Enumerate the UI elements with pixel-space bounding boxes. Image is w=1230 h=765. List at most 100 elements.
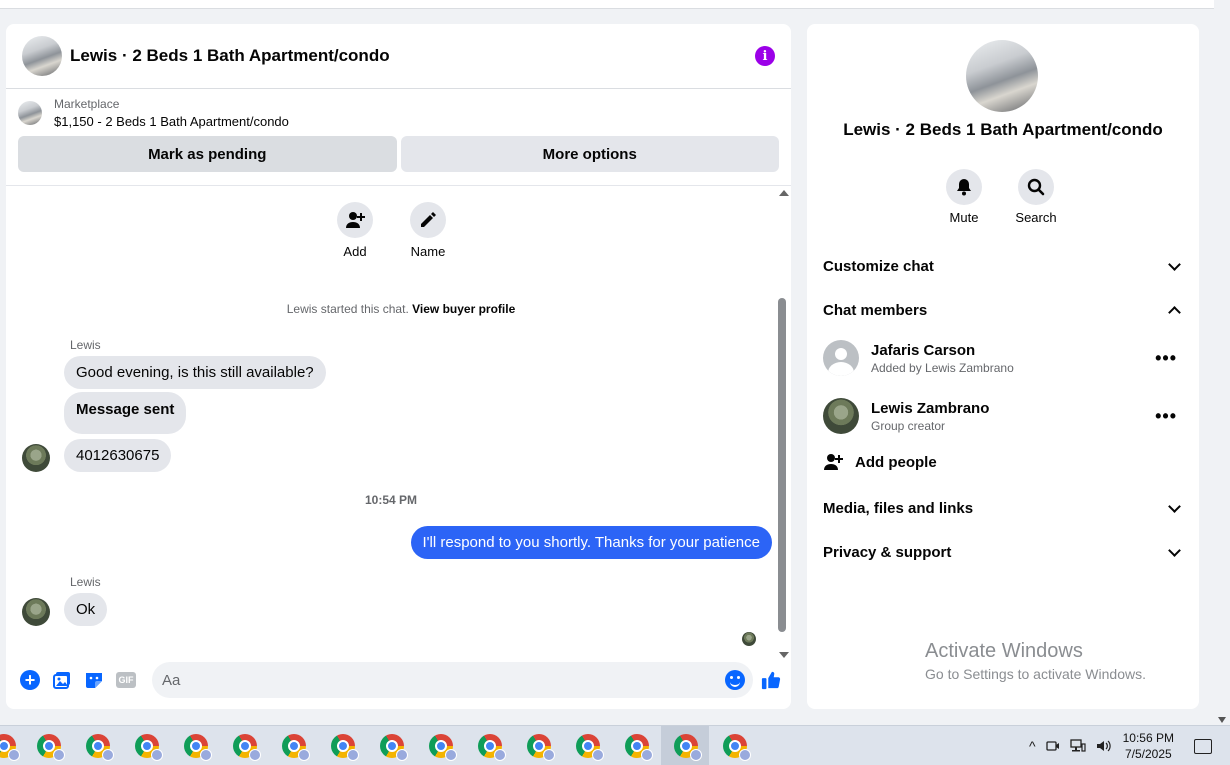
scroll-down-arrow[interactable] <box>1218 717 1226 723</box>
listing-price[interactable]: $1,150 - 2 Beds 1 Bath Apartment/condo <box>54 114 289 129</box>
chrome-taskbar-icon[interactable] <box>135 734 163 761</box>
mark-as-pending-button[interactable]: Mark as pending <box>18 136 397 172</box>
marketplace-thumbnail[interactable] <box>18 101 42 125</box>
member-name: Lewis Zambrano <box>871 399 990 417</box>
info-avatar[interactable] <box>966 40 1038 112</box>
profile-badge-icon <box>200 749 212 761</box>
media-files-section[interactable]: Media, files and links <box>823 496 1183 520</box>
profile-badge-icon <box>396 749 408 761</box>
plus-icon[interactable]: + <box>20 670 40 690</box>
activate-windows-watermark: Activate Windows Go to Settings to activ… <box>925 640 1146 682</box>
profile-badge-icon <box>445 749 457 761</box>
chrome-taskbar-icon[interactable] <box>233 734 261 761</box>
customize-chat-section[interactable]: Customize chat <box>823 254 1183 278</box>
message-input-wrapper <box>152 662 753 698</box>
member-item[interactable]: Jafaris Carson Added by Lewis Zambrano •… <box>823 338 1183 378</box>
add-people-label: Add people <box>855 453 937 471</box>
name-label: Name <box>410 244 446 259</box>
chevron-up-icon <box>1168 305 1181 319</box>
chrome-taskbar-icon[interactable] <box>380 734 408 761</box>
chrome-taskbar-icon[interactable] <box>86 734 114 761</box>
sender-name: Lewis <box>70 575 101 589</box>
watermark-subtitle: Go to Settings to activate Windows. <box>925 666 1146 682</box>
view-buyer-profile-link[interactable]: View buyer profile <box>412 302 515 316</box>
chrome-taskbar-icon[interactable] <box>282 734 310 761</box>
clock-time: 10:56 PM <box>1122 731 1174 745</box>
section-label: Chat members <box>823 301 928 319</box>
chrome-taskbar-icon[interactable] <box>37 734 65 761</box>
my-message-bubble[interactable]: I'll respond to you shortly. Thanks for … <box>410 526 772 559</box>
message-bubble[interactable]: 4012630675 <box>64 439 172 472</box>
chat-info-panel: Lewis · 2 Beds 1 Bath Apartment/condo Mu… <box>807 24 1199 709</box>
chat-members-section[interactable]: Chat members <box>823 298 1183 322</box>
notification-icon[interactable] <box>1194 738 1212 754</box>
chat-scrollbar[interactable] <box>777 188 791 658</box>
profile-badge-icon <box>739 749 751 761</box>
thumbs-up-icon[interactable] <box>761 670 781 690</box>
info-icon[interactable]: i <box>755 46 775 66</box>
chrome-taskbar-icon[interactable] <box>0 734 20 761</box>
watermark-title: Activate Windows <box>925 640 1083 662</box>
scroll-up-arrow[interactable] <box>779 190 789 196</box>
add-person-icon <box>346 212 365 228</box>
add-member-button[interactable]: Add <box>336 202 374 259</box>
profile-badge-icon <box>592 749 604 761</box>
mute-button[interactable]: Mute <box>945 169 983 225</box>
chrome-taskbar-icon[interactable] <box>723 734 751 761</box>
add-person-icon <box>824 454 843 470</box>
chrome-taskbar-icon[interactable] <box>331 734 359 761</box>
sticker-icon[interactable] <box>84 670 104 690</box>
message-bubble[interactable]: Good evening, is this still available? <box>64 356 326 389</box>
add-label: Add <box>343 244 367 259</box>
more-options-button[interactable]: More options <box>400 136 779 172</box>
chrome-taskbar-icon[interactable] <box>527 734 555 761</box>
chat-title[interactable]: Lewis · 2 Beds 1 Bath Apartment/condo <box>70 46 755 66</box>
section-label: Media, files and links <box>823 499 974 517</box>
scroll-down-arrow[interactable] <box>779 652 789 658</box>
profile-badge-icon <box>347 749 359 761</box>
message-bubble[interactable]: Ok <box>64 593 108 626</box>
sender-avatar[interactable] <box>22 598 50 626</box>
message-bubble[interactable]: Message sent <box>64 392 187 434</box>
scroll-thumb[interactable] <box>778 298 786 632</box>
member-item[interactable]: Lewis Zambrano Group creator ••• <box>823 396 1183 436</box>
marketplace-label: Marketplace <box>54 97 120 111</box>
profile-badge-icon <box>690 749 702 761</box>
chrome-taskbar-icon[interactable] <box>576 734 604 761</box>
tray-chevron-icon[interactable]: ^ <box>1029 738 1036 754</box>
more-options-icon[interactable]: ••• <box>1155 407 1177 425</box>
add-people-button[interactable]: Add people <box>823 452 937 472</box>
chrome-taskbar-icon[interactable] <box>625 734 653 761</box>
page-scrollbar[interactable] <box>1214 0 1230 725</box>
search-button[interactable]: Search <box>1015 169 1057 225</box>
chrome-taskbar-icon[interactable] <box>184 734 212 761</box>
taskbar-apps <box>0 726 770 765</box>
name-chat-button[interactable]: Name <box>409 202 447 259</box>
gif-icon[interactable]: GIF <box>116 672 136 688</box>
clock-date: 7/5/2025 <box>1124 747 1172 761</box>
profile-badge-icon <box>494 749 506 761</box>
clock[interactable]: 10:56 PM 7/5/2025 <box>1123 730 1174 762</box>
search-label: Search <box>1015 210 1057 225</box>
privacy-support-section[interactable]: Privacy & support <box>823 540 1183 564</box>
chrome-taskbar-icon[interactable] <box>429 734 457 761</box>
meet-now-icon[interactable] <box>1045 739 1060 753</box>
volume-icon[interactable] <box>1096 739 1112 753</box>
member-name: Jafaris Carson <box>871 341 976 359</box>
message-input[interactable] <box>162 671 725 689</box>
chevron-down-icon <box>1168 257 1181 271</box>
more-options-icon[interactable]: ••• <box>1155 349 1177 367</box>
bell-icon <box>957 179 971 196</box>
profile-badge-icon <box>102 749 114 761</box>
network-icon[interactable] <box>1069 739 1086 753</box>
photo-icon[interactable] <box>52 670 72 690</box>
section-label: Privacy & support <box>823 543 952 561</box>
chrome-taskbar-icon[interactable] <box>674 734 702 761</box>
listing-avatar[interactable] <box>22 36 62 76</box>
emoji-icon[interactable] <box>725 670 745 690</box>
member-subtitle: Group creator <box>871 418 946 433</box>
chat-panel: Lewis · 2 Beds 1 Bath Apartment/condo i … <box>6 24 791 709</box>
chrome-taskbar-icon[interactable] <box>478 734 506 761</box>
profile-badge-icon <box>8 749 20 761</box>
sender-avatar[interactable] <box>22 444 50 472</box>
